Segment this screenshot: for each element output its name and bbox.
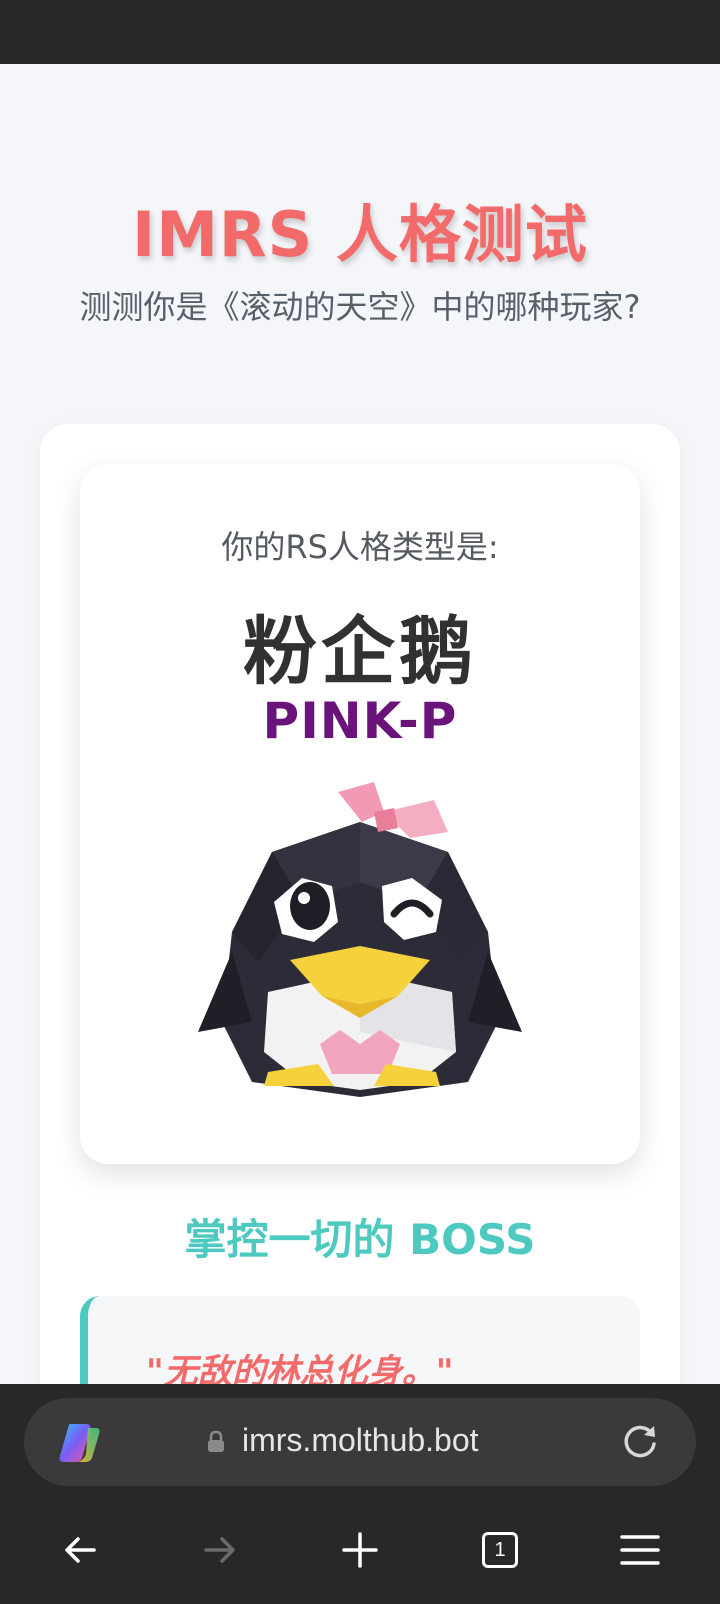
tabs-button[interactable]: 1 (470, 1520, 530, 1580)
forward-button[interactable] (190, 1520, 250, 1580)
result-label: 你的RS人格类型是: (221, 528, 499, 566)
forward-icon (204, 1537, 235, 1563)
url-text[interactable]: imrs.molthub.bot (242, 1422, 479, 1459)
page-subtitle: 测测你是《滚动的天空》中的哪种玩家? (79, 288, 641, 326)
tabs-icon: 1 (482, 1532, 518, 1568)
menu-button[interactable] (610, 1520, 670, 1580)
penguin-image (198, 782, 522, 1097)
back-button[interactable] (50, 1520, 110, 1580)
back-icon (65, 1537, 96, 1563)
tab-count: 1 (482, 1532, 518, 1568)
browser-bottom-bar: imrs.molthub.bot 1 (0, 1384, 720, 1604)
menu-icon (620, 1535, 660, 1565)
result-card: 你的RS人格类型是: 粉企鹅 PINK-P (80, 464, 640, 1164)
browser-nav-row: 1 (0, 1510, 720, 1590)
new-tab-icon (342, 1532, 378, 1568)
address-bar[interactable]: imrs.molthub.bot (24, 1398, 696, 1486)
new-tab-button[interactable] (330, 1520, 390, 1580)
copilot-icon[interactable] (56, 1420, 102, 1466)
page-content: IMRS 人格测试 测测你是《滚动的天空》中的哪种玩家? 你的RS人格类型是: … (0, 64, 720, 1384)
result-tagline: 掌控一切的 BOSS (184, 1215, 536, 1264)
result-code: PINK-P (262, 692, 458, 750)
page-title: IMRS 人格测试 (132, 198, 588, 271)
quote-text: "无敌的林总化身。" (146, 1352, 454, 1384)
quote-box: "无敌的林总化身。" (80, 1296, 640, 1384)
status-bar (0, 0, 720, 64)
result-name: 粉企鹅 (243, 609, 477, 695)
reload-icon[interactable] (620, 1422, 660, 1462)
lock-icon (208, 1431, 224, 1452)
